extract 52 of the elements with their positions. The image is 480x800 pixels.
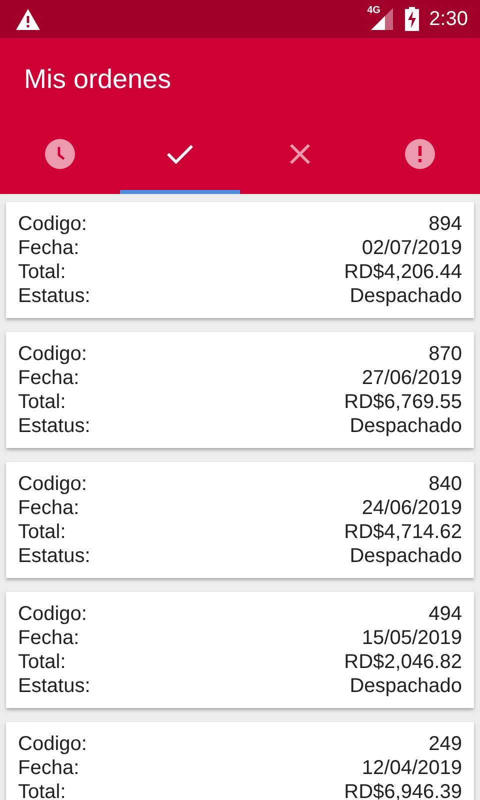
field-label: Fecha:: [18, 366, 80, 390]
alert-icon: [405, 139, 435, 169]
network-type: 4G: [367, 5, 380, 16]
order-card[interactable]: Codigo: 249 Fecha: 12/04/2019 Total: RD$6,946.39: [6, 722, 474, 800]
clock-time: 2:30: [429, 8, 468, 30]
field-value: 24/06/2019: [362, 496, 462, 520]
field-label: Codigo:: [18, 602, 87, 626]
field-value: RD$4,714.62: [344, 520, 462, 544]
field-label: Estatus:: [18, 544, 90, 568]
page-title: Mis ordenes: [23, 63, 172, 96]
field-value: 15/05/2019: [362, 626, 462, 650]
field-value: Despachado: [350, 284, 462, 308]
field-value: 12/04/2019: [362, 756, 462, 780]
field-value: 27/06/2019: [362, 366, 462, 390]
field-value: 02/07/2019: [362, 236, 462, 260]
field-label: Codigo:: [18, 732, 87, 756]
field-value: RD$6,769.55: [344, 390, 462, 414]
field-value: Despachado: [350, 674, 462, 698]
order-card[interactable]: Codigo: 494 Fecha: 15/05/2019 Total: RD$2,046.82 Estatus: Despachado: [6, 592, 474, 708]
field-label: Fecha:: [18, 496, 80, 520]
battery-charging-icon: [405, 7, 420, 31]
field-label: Fecha:: [18, 626, 80, 650]
field-label: Codigo:: [18, 472, 87, 496]
field-value: 840: [428, 472, 462, 496]
field-label: Total:: [18, 260, 66, 284]
field-label: Total:: [18, 650, 66, 674]
field-value: 494: [428, 602, 462, 626]
field-value: 894: [428, 212, 462, 236]
order-card[interactable]: Codigo: 894 Fecha: 02/07/2019 Total: RD$4,206.44 Estatus: Despachado: [6, 202, 474, 318]
field-label: Total:: [18, 780, 66, 800]
field-value: 249: [428, 732, 462, 756]
field-value: RD$2,046.82: [344, 650, 462, 674]
field-label: Fecha:: [18, 236, 80, 260]
field-label: Estatus:: [18, 414, 90, 438]
field-label: Fecha:: [18, 756, 80, 780]
field-label: Total:: [18, 520, 66, 544]
field-label: Estatus:: [18, 674, 90, 698]
field-label: Codigo:: [18, 342, 87, 366]
field-value: RD$6,946.39: [344, 780, 462, 800]
field-value: RD$4,206.44: [344, 260, 462, 284]
field-value: Despachado: [350, 414, 462, 438]
clock-icon: [45, 139, 75, 169]
close-icon: [289, 143, 311, 165]
field-label: Codigo:: [18, 212, 87, 236]
order-card[interactable]: Codigo: 870 Fecha: 27/06/2019 Total: RD$6,769.55 Estatus: Despachado: [6, 332, 474, 448]
field-label: Estatus:: [18, 284, 90, 308]
field-value: 870: [428, 342, 462, 366]
field-value: Despachado: [350, 544, 462, 568]
order-card[interactable]: Codigo: 840 Fecha: 24/06/2019 Total: RD$4,714.62 Estatus: Despachado: [6, 462, 474, 578]
warning-icon: [16, 8, 40, 30]
check-icon: [166, 143, 194, 165]
field-label: Total:: [18, 390, 66, 414]
